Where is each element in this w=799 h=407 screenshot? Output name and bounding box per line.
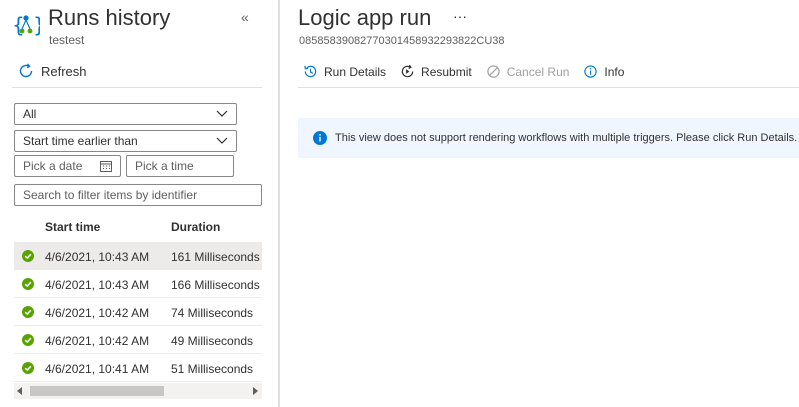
run-duration: 161 Milliseconds <box>171 250 260 264</box>
scroll-left-icon[interactable] <box>17 387 22 395</box>
cancel-run-button[interactable]: Cancel Run <box>486 64 570 79</box>
success-check-icon <box>22 278 34 290</box>
success-check-icon <box>22 334 34 346</box>
table-row[interactable]: 4/6/2021, 10:43 AM 161 Milliseconds <box>14 242 262 270</box>
run-details-pane: Logic app run ··· 0858583908277030145893… <box>280 0 799 407</box>
table-row[interactable]: 4/6/2021, 10:41 AM 51 Milliseconds <box>14 354 262 382</box>
refresh-icon <box>19 63 33 78</box>
status-filter-value: All <box>23 107 37 121</box>
refresh-label: Refresh <box>41 63 87 79</box>
chevron-down-icon <box>216 137 228 144</box>
column-header-duration[interactable]: Duration <box>171 220 220 234</box>
svg-text:{: { <box>12 13 25 37</box>
scrollbar-thumb[interactable] <box>30 386 164 396</box>
svg-text:}: } <box>33 13 40 37</box>
calendar-icon[interactable] <box>100 160 112 172</box>
info-message-text: This view does not support rendering wor… <box>335 132 798 144</box>
horizontal-scrollbar[interactable] <box>14 383 262 399</box>
run-details-button[interactable]: Run Details <box>303 64 386 79</box>
search-input[interactable]: Search to filter items by identifier <box>14 184 262 206</box>
column-header-start-time[interactable]: Start time <box>45 220 100 234</box>
success-check-icon <box>22 362 34 374</box>
more-options-button[interactable]: ··· <box>453 8 467 24</box>
resubmit-icon <box>401 64 414 78</box>
info-button[interactable]: Info <box>583 64 624 79</box>
info-icon <box>584 65 598 78</box>
time-filter-dropdown[interactable]: Start time earlier than <box>14 130 237 152</box>
run-start-time: 4/6/2021, 10:42 AM <box>45 334 150 348</box>
run-start-time: 4/6/2021, 10:43 AM <box>45 278 150 292</box>
divider <box>12 87 262 88</box>
logic-app-icon: { } <box>12 13 40 37</box>
info-label: Info <box>604 64 625 79</box>
run-start-time: 4/6/2021, 10:41 AM <box>45 362 150 376</box>
runs-list: 4/6/2021, 10:43 AM 161 Milliseconds 4/6/20… <box>14 242 262 382</box>
info-message-bar: This view does not support rendering wor… <box>298 118 799 158</box>
run-start-time: 4/6/2021, 10:42 AM <box>45 306 150 320</box>
run-title: Logic app run <box>298 5 432 30</box>
scroll-right-icon[interactable] <box>253 387 258 395</box>
chevron-down-icon <box>216 110 228 117</box>
table-row[interactable]: 4/6/2021, 10:42 AM 49 Milliseconds <box>14 326 262 354</box>
run-duration: 74 Milliseconds <box>171 306 254 320</box>
divider <box>298 87 799 88</box>
date-picker-input[interactable]: Pick a date <box>14 155 121 177</box>
run-duration: 49 Milliseconds <box>171 334 254 348</box>
run-duration: 166 Milliseconds <box>171 278 260 292</box>
time-filter-value: Start time earlier than <box>23 134 138 148</box>
resubmit-button[interactable]: Resubmit <box>400 64 472 79</box>
run-details-label: Run Details <box>324 64 387 79</box>
run-start-time: 4/6/2021, 10:43 AM <box>45 250 150 264</box>
refresh-button[interactable]: Refresh <box>18 63 87 79</box>
resubmit-label: Resubmit <box>421 64 472 79</box>
time-picker-input[interactable]: Pick a time <box>126 155 234 177</box>
success-check-icon <box>22 306 34 318</box>
status-filter-dropdown[interactable]: All <box>14 103 237 125</box>
success-check-icon <box>22 250 34 262</box>
table-row[interactable]: 4/6/2021, 10:42 AM 74 Milliseconds <box>14 298 262 326</box>
command-bar: Run Details Resubmit Cancel Run Info <box>303 64 638 79</box>
table-row[interactable]: 4/6/2021, 10:43 AM 166 Milliseconds <box>14 270 262 298</box>
date-placeholder: Pick a date <box>23 159 83 173</box>
history-icon <box>304 65 317 78</box>
page-title: Runs history <box>48 5 171 30</box>
page-subtitle: testest <box>49 33 85 47</box>
run-id: 08585839082770301458932293822CU38 <box>299 35 505 47</box>
runs-history-pane: { } Runs history testest « Refresh All S… <box>0 0 278 407</box>
collapse-pane-button[interactable]: « <box>241 9 249 25</box>
run-duration: 51 Milliseconds <box>171 362 254 376</box>
info-icon <box>313 131 327 145</box>
cancel-icon <box>487 65 500 78</box>
cancel-run-label: Cancel Run <box>506 64 570 79</box>
